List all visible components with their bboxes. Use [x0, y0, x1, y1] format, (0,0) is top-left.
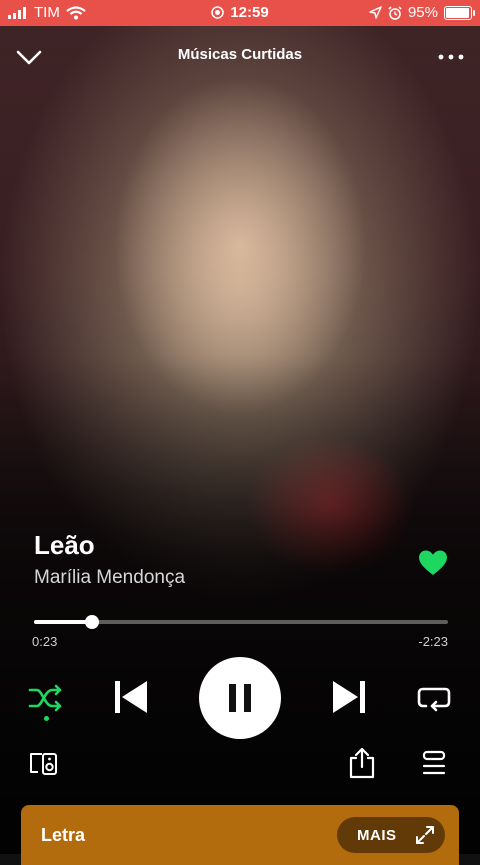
- skip-previous-icon[interactable]: [110, 676, 152, 718]
- track-artist[interactable]: Marília Mendonça: [34, 567, 185, 589]
- clock: 12:59: [230, 4, 269, 21]
- more-options-icon[interactable]: [436, 42, 466, 72]
- queue-icon[interactable]: [418, 748, 450, 780]
- skip-next-icon[interactable]: [328, 676, 370, 718]
- shuffle-icon[interactable]: [28, 682, 64, 714]
- remaining-time: -2:23: [418, 634, 448, 649]
- battery-icon: [444, 5, 475, 20]
- location-icon: [369, 6, 382, 19]
- playlist-title: Músicas Curtidas: [177, 46, 303, 63]
- battery-percent: 95%: [407, 4, 438, 21]
- battery-fill: [446, 7, 469, 18]
- progress-knob[interactable]: [84, 615, 99, 629]
- share-icon[interactable]: [346, 746, 378, 780]
- connect-devices-icon[interactable]: [28, 748, 60, 780]
- progress-played: [34, 620, 92, 624]
- shuffle-active-dot: [44, 716, 49, 721]
- status-right: 95%: [369, 4, 475, 21]
- pause-icon: [229, 684, 251, 712]
- alarm-icon: [388, 5, 402, 20]
- lyrics-more-button[interactable]: MAIS: [337, 817, 445, 853]
- elapsed-time: 0:23: [32, 634, 58, 649]
- track-title[interactable]: Leão: [34, 530, 95, 561]
- repeat-icon[interactable]: [416, 682, 452, 714]
- heart-icon[interactable]: [418, 549, 448, 577]
- player-header: Músicas Curtidas: [0, 36, 480, 76]
- expand-icon: [416, 826, 434, 844]
- lyrics-card[interactable]: Letra MAIS: [21, 805, 459, 865]
- progress-bar[interactable]: [34, 615, 448, 629]
- pause-button[interactable]: [199, 657, 281, 739]
- lyrics-title: Letra: [41, 825, 86, 845]
- lyrics-more-label: MAIS: [357, 826, 397, 844]
- screen-record-icon: [211, 6, 225, 19]
- status-bar: TIM 12:59 95%: [0, 0, 480, 26]
